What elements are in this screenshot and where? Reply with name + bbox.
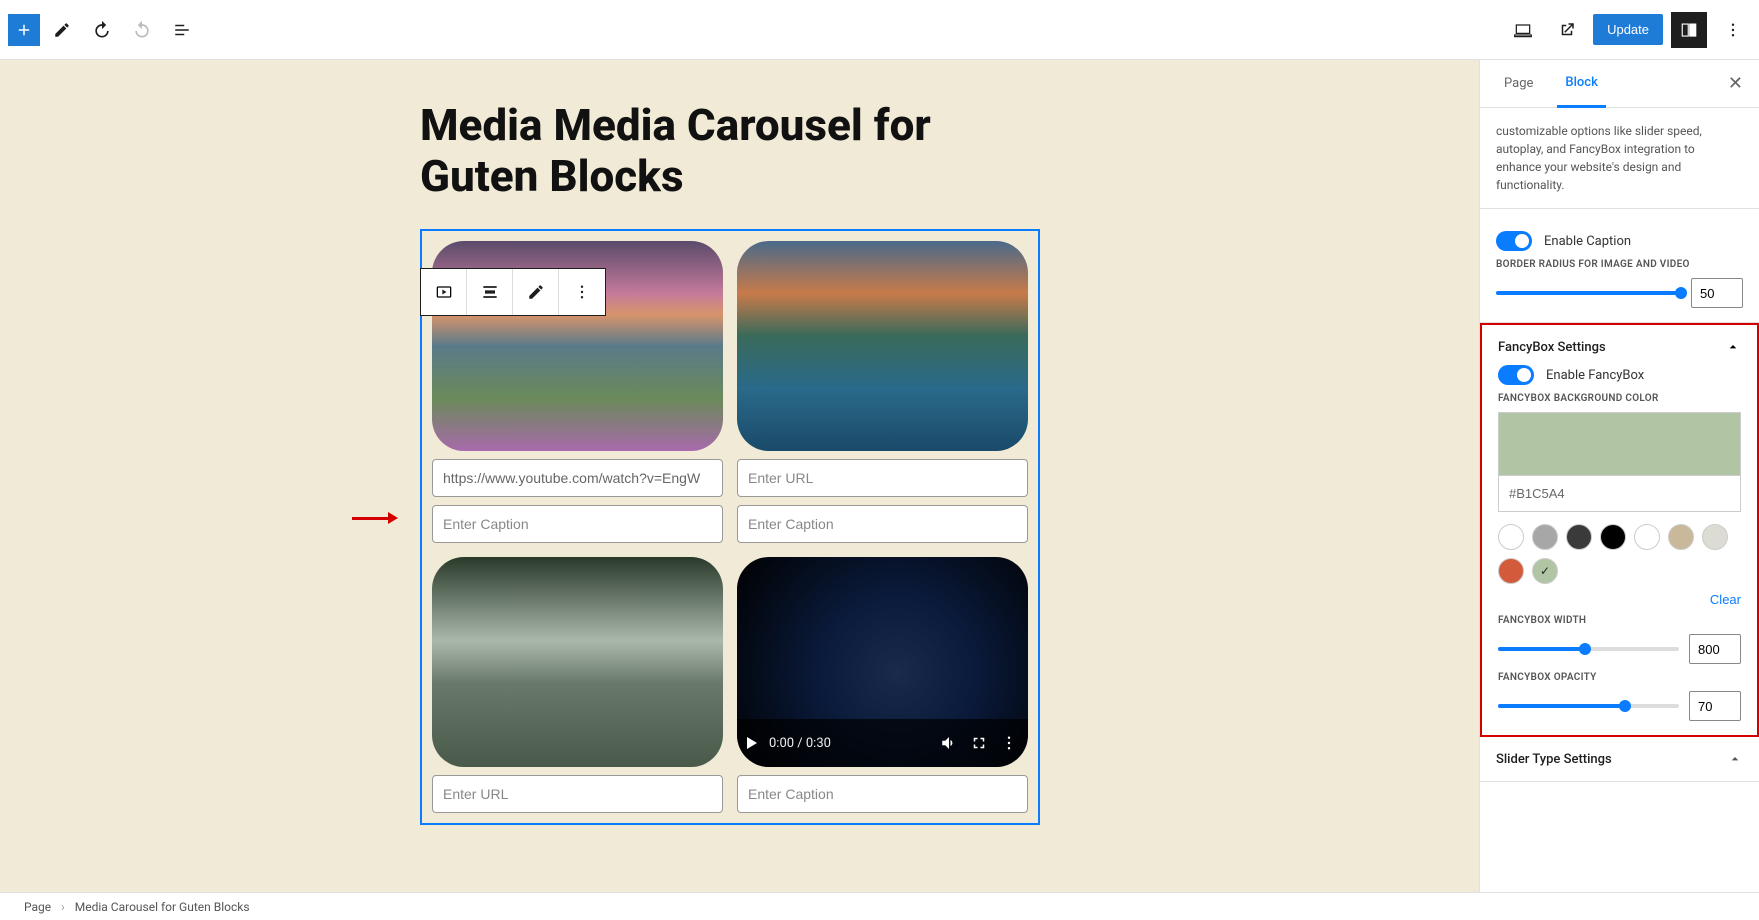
- media-cell-4: 0:00 / 0:30: [737, 557, 1028, 813]
- color-swatch[interactable]: [1532, 524, 1558, 550]
- fullscreen-icon[interactable]: [970, 734, 988, 752]
- caption-input[interactable]: [737, 775, 1028, 813]
- fancybox-width-label: FANCYBOX WIDTH: [1498, 615, 1741, 626]
- color-swatch[interactable]: [1532, 558, 1558, 584]
- fancybox-opacity-input[interactable]: [1689, 691, 1741, 721]
- breadcrumb-current[interactable]: Media Carousel for Guten Blocks: [75, 900, 250, 914]
- media-carousel-block[interactable]: 0:00 / 0:30: [420, 229, 1040, 825]
- clear-color-button[interactable]: Clear: [1710, 592, 1741, 607]
- color-swatch[interactable]: [1566, 524, 1592, 550]
- enable-caption-toggle[interactable]: [1496, 231, 1532, 251]
- block-toolbar: [420, 268, 606, 316]
- breadcrumb: Page › Media Carousel for Guten Blocks: [0, 892, 1759, 920]
- chevron-up-icon[interactable]: [1725, 339, 1741, 355]
- url-input[interactable]: [432, 775, 723, 813]
- border-radius-slider[interactable]: [1496, 291, 1681, 295]
- url-input[interactable]: [432, 459, 723, 497]
- block-more-button[interactable]: [559, 269, 605, 315]
- more-icon[interactable]: [1000, 734, 1018, 752]
- block-description: customizable options like slider speed, …: [1496, 122, 1743, 194]
- editor-canvas[interactable]: Media Media Carousel for Guten Blocks: [0, 60, 1479, 892]
- edit-block-button[interactable]: [513, 269, 559, 315]
- fancybox-bg-label: FANCYBOX BACKGROUND COLOR: [1498, 393, 1741, 404]
- color-swatch[interactable]: [1498, 558, 1524, 584]
- media-thumbnail[interactable]: 0:00 / 0:30: [737, 557, 1028, 767]
- align-button[interactable]: [467, 269, 513, 315]
- tab-page[interactable]: Page: [1496, 60, 1541, 108]
- fancybox-width-input[interactable]: [1689, 634, 1741, 664]
- redo-button[interactable]: [124, 12, 160, 48]
- fancybox-width-slider[interactable]: [1498, 647, 1679, 651]
- update-button[interactable]: Update: [1593, 14, 1663, 45]
- fancybox-opacity-label: FANCYBOX OPACITY: [1498, 672, 1741, 683]
- color-swatches: [1498, 524, 1741, 584]
- border-radius-input[interactable]: [1691, 278, 1743, 308]
- settings-panel-toggle[interactable]: [1671, 12, 1707, 48]
- fancybox-hex-input[interactable]: [1498, 476, 1741, 512]
- fancybox-opacity-slider[interactable]: [1498, 704, 1679, 708]
- breadcrumb-separator: ›: [61, 900, 65, 914]
- volume-icon[interactable]: [940, 734, 958, 752]
- media-thumbnail[interactable]: [737, 241, 1028, 451]
- color-swatch[interactable]: [1668, 524, 1694, 550]
- add-block-button[interactable]: [8, 14, 40, 46]
- close-sidebar-button[interactable]: ✕: [1728, 73, 1743, 94]
- enable-caption-label: Enable Caption: [1544, 234, 1631, 249]
- media-cell-3: [432, 557, 723, 813]
- play-icon[interactable]: [747, 737, 757, 749]
- color-swatch[interactable]: [1600, 524, 1626, 550]
- chevron-up-icon: [1727, 751, 1743, 767]
- breadcrumb-root[interactable]: Page: [24, 900, 51, 914]
- more-options-button[interactable]: [1715, 12, 1751, 48]
- external-link-button[interactable]: [1549, 12, 1585, 48]
- color-swatch[interactable]: [1634, 524, 1660, 550]
- enable-fancybox-toggle[interactable]: [1498, 365, 1534, 385]
- caption-input[interactable]: [737, 505, 1028, 543]
- block-type-button[interactable]: [421, 269, 467, 315]
- annotation-arrow: [352, 512, 398, 524]
- fancybox-color-preview[interactable]: [1498, 412, 1741, 476]
- edit-mode-button[interactable]: [44, 12, 80, 48]
- settings-sidebar: Page Block ✕ customizable options like s…: [1479, 60, 1759, 892]
- document-overview-button[interactable]: [164, 12, 200, 48]
- fancybox-panel-title[interactable]: FancyBox Settings: [1498, 340, 1606, 355]
- color-swatch[interactable]: [1702, 524, 1728, 550]
- border-radius-label: BORDER RADIUS FOR IMAGE AND VIDEO: [1496, 259, 1743, 270]
- url-input[interactable]: [737, 459, 1028, 497]
- media-cell-2: [737, 241, 1028, 543]
- top-toolbar: Update: [0, 0, 1759, 60]
- media-thumbnail[interactable]: [432, 557, 723, 767]
- tab-block[interactable]: Block: [1557, 60, 1605, 108]
- slider-type-panel-header[interactable]: Slider Type Settings: [1480, 737, 1759, 782]
- video-time: 0:00 / 0:30: [769, 736, 831, 751]
- page-title[interactable]: Media Media Carousel for Guten Blocks: [420, 100, 1040, 201]
- color-swatch[interactable]: [1498, 524, 1524, 550]
- undo-button[interactable]: [84, 12, 120, 48]
- enable-fancybox-label: Enable FancyBox: [1546, 368, 1644, 383]
- view-mode-button[interactable]: [1505, 12, 1541, 48]
- video-controls[interactable]: 0:00 / 0:30: [737, 719, 1028, 767]
- caption-input[interactable]: [432, 505, 723, 543]
